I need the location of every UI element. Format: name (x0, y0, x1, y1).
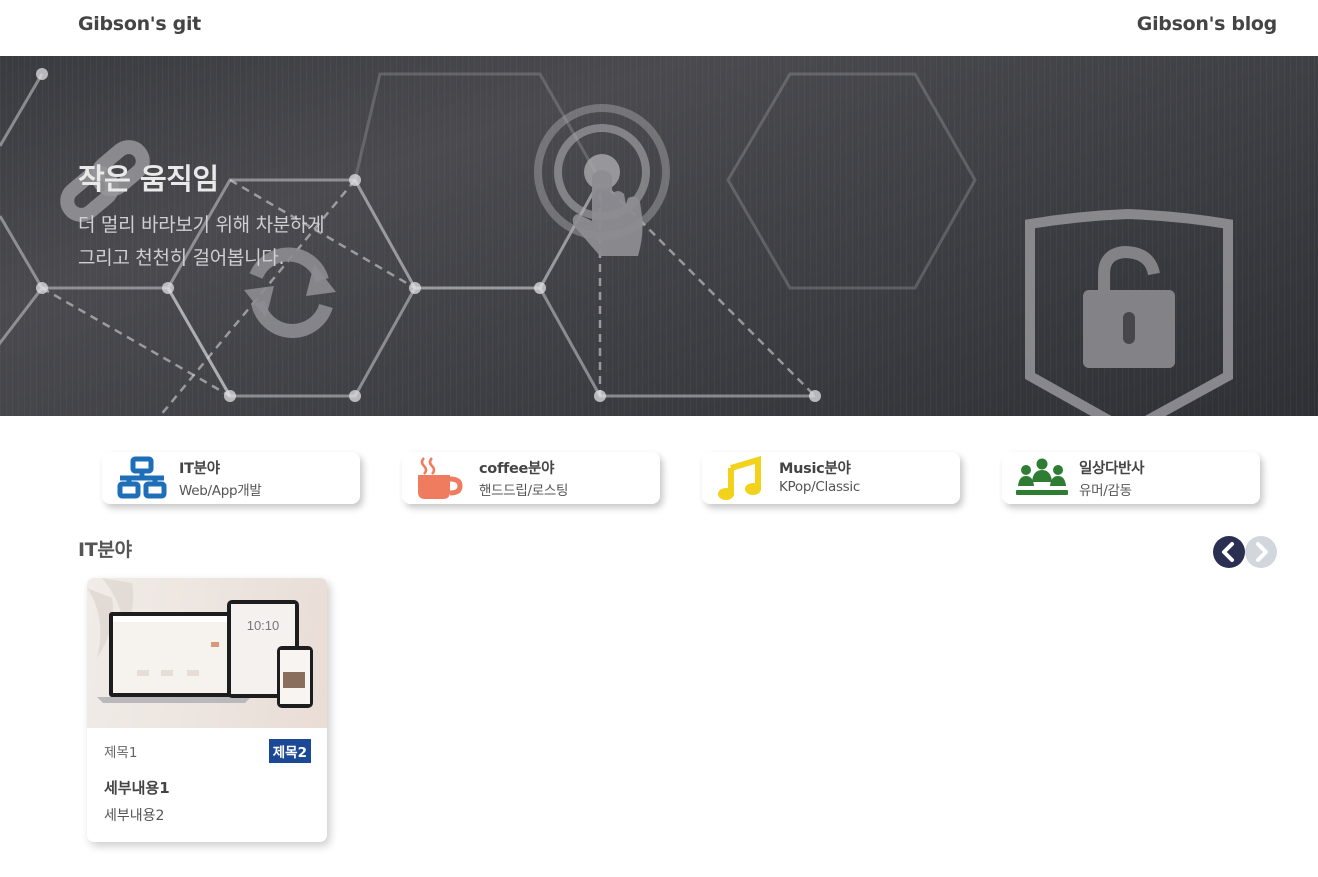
hex-line (0, 215, 44, 346)
hex-line (538, 287, 815, 398)
node-dot (349, 174, 361, 186)
music-note-icon (718, 456, 761, 500)
hex-outline (726, 72, 977, 290)
node-dot (349, 390, 361, 402)
category-subtitle: KPop/Classic (779, 479, 860, 495)
dashed-line (41, 286, 231, 398)
node-dot (224, 390, 236, 402)
hero-title: 작은 움직임 (78, 162, 219, 196)
people-group-icon (1016, 458, 1068, 495)
hero-banner: 작은 움직임 더 멀리 바라보기 위해 차분하게 그리고 천천히 걸어봅니다. (0, 56, 1318, 416)
shield-lock-icon (1025, 208, 1233, 416)
post-title: 세부내용1 (104, 779, 170, 797)
post-meta-title1: 제목1 (104, 745, 138, 761)
blog-link[interactable]: Gibson's blog (1137, 13, 1278, 35)
network-icon (117, 456, 167, 499)
top-navbar: Gibson's git Gibson's blog (0, 0, 1318, 56)
category-card-coffee[interactable]: coffee분야 핸드드립/로스팅 (402, 452, 660, 504)
post-card[interactable]: 10:10 제목1 제목2 세부내용1 세부내용2 (87, 578, 327, 842)
section-title: IT분야 (78, 539, 132, 561)
git-link[interactable]: Gibson's git (78, 13, 201, 35)
tablet-clock-text: 10:10 (247, 618, 280, 633)
chevron-left-icon (1222, 542, 1234, 562)
node-dot (36, 282, 48, 294)
category-title: Music분야 (779, 461, 851, 477)
category-subtitle: Web/App개발 (179, 483, 262, 499)
category-card-it[interactable]: IT분야 Web/App개발 (102, 452, 360, 504)
hex-line (0, 73, 44, 147)
hex-outline (353, 72, 602, 290)
post-meta-badge: 제목2 (268, 739, 311, 763)
post-thumbnail: 10:10 (87, 578, 327, 728)
node-dot (162, 282, 174, 294)
carousel-next-button[interactable] (1245, 536, 1277, 568)
hero-subtitle-line: 더 멀리 바라보기 위해 차분하게 (78, 214, 325, 236)
hero-subtitle-line: 그리고 천천히 걸어봅니다. (78, 247, 285, 269)
category-subtitle: 유머/감동 (1079, 483, 1132, 499)
category-title: IT분야 (179, 461, 220, 477)
node-dot (534, 282, 546, 294)
node-dot (809, 390, 821, 402)
devices-mockup-image: 10:10 (87, 578, 313, 708)
chevron-right-icon (1256, 542, 1268, 562)
coffee-cup-icon (418, 457, 463, 499)
category-title: 일상다반사 (1079, 461, 1145, 477)
hex-line (415, 179, 602, 290)
carousel-prev-button[interactable] (1213, 536, 1245, 568)
node-dot (594, 390, 606, 402)
node-dot (409, 282, 421, 294)
category-subtitle: 핸드드립/로스팅 (479, 483, 569, 499)
hero-subtitle: 더 멀리 바라보기 위해 차분하게 그리고 천천히 걸어봅니다. (78, 209, 325, 275)
category-card-music[interactable]: Music분야 KPop/Classic (702, 452, 960, 504)
category-title: coffee분야 (479, 461, 555, 477)
post-description: 세부내용2 (104, 808, 165, 824)
category-cards: IT분야 Web/App개발 coffee분야 핸드드립/로스팅 Music분야… (102, 452, 1262, 504)
node-dot (36, 68, 48, 80)
category-card-daily[interactable]: 일상다반사 유머/감동 (1002, 452, 1260, 504)
touch-icon (534, 104, 670, 256)
